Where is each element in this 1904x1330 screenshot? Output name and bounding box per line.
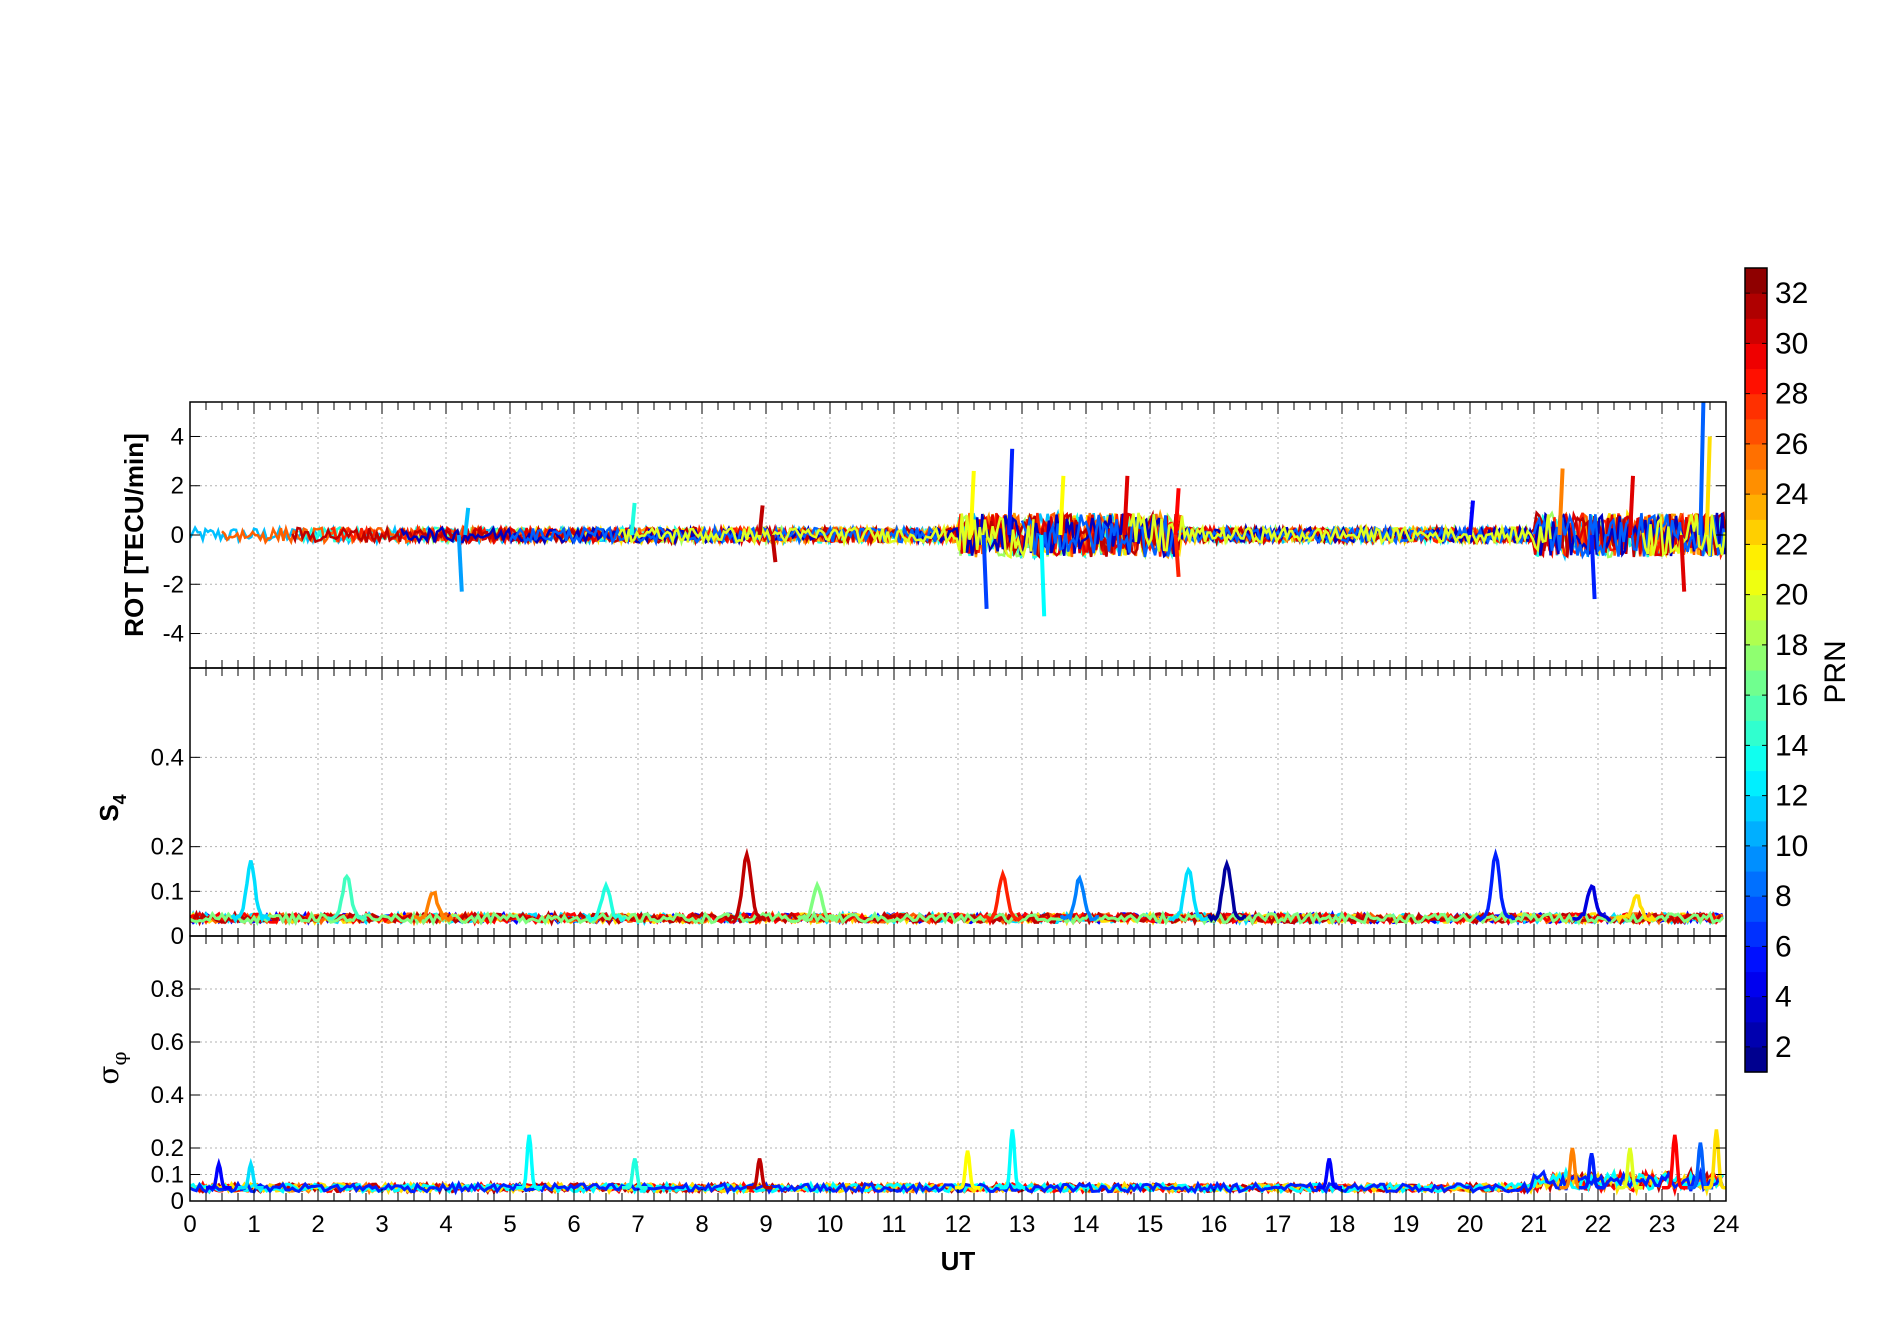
x-axis-label: UT xyxy=(941,1246,976,1276)
x-tick-label: 22 xyxy=(1585,1211,1612,1238)
colorbar-tick-label: 2 xyxy=(1775,1031,1792,1064)
x-tick-label: 19 xyxy=(1393,1211,1420,1238)
colorbar-segment xyxy=(1745,569,1767,596)
prn-colorbar xyxy=(1744,267,1768,1073)
colorbar-tick-label: 8 xyxy=(1775,880,1792,913)
colorbar-segment xyxy=(1745,921,1767,947)
colorbar-tick-label: 26 xyxy=(1775,428,1808,461)
x-tick-label: 14 xyxy=(1073,1211,1100,1238)
x-tick-label: 23 xyxy=(1649,1211,1676,1238)
colorbar-segment xyxy=(1745,619,1767,646)
figure: -4-202400.10.20.400.10.20.40.60.80 1 2 3 4 5 6… xyxy=(92,267,1852,1276)
colorbar-segment xyxy=(1745,896,1767,922)
colorbar-segment xyxy=(1745,318,1767,344)
colorbar-segment xyxy=(1745,268,1767,294)
y-tick-label: 0 xyxy=(171,923,184,950)
colorbar-tick-label: 14 xyxy=(1775,729,1808,762)
colorbar-tick-label: 12 xyxy=(1775,780,1808,813)
colorbar-segment xyxy=(1745,720,1767,746)
colorbar-segment xyxy=(1745,845,1767,872)
x-tick-label: 9 xyxy=(759,1211,772,1238)
colorbar-segment xyxy=(1745,293,1767,319)
colorbar-segment xyxy=(1745,368,1767,395)
colorbar-tick-label: 32 xyxy=(1775,277,1808,310)
colorbar-tick-label: 6 xyxy=(1775,930,1792,963)
colorbar-segment xyxy=(1745,443,1767,470)
colorbar-segment xyxy=(1745,795,1767,822)
x-tick-label: 12 xyxy=(945,1211,972,1238)
colorbar-tick-label: 4 xyxy=(1775,981,1792,1014)
y-tick-label: 0 xyxy=(171,1188,184,1215)
colorbar-segment xyxy=(1745,469,1767,495)
x-tick-label: 8 xyxy=(695,1211,708,1238)
x-tick-label: 21 xyxy=(1521,1211,1548,1238)
x-tick-label: 20 xyxy=(1457,1211,1484,1238)
y-tick-label: 0.2 xyxy=(151,834,184,861)
x-tick-label: 2 xyxy=(311,1211,324,1238)
x-tick-label: 10 xyxy=(817,1211,844,1238)
x-tick-label: 5 xyxy=(503,1211,516,1238)
x-tick-label: 4 xyxy=(439,1211,452,1238)
y-tick-label: 0.8 xyxy=(151,976,184,1003)
colorbar-segment xyxy=(1745,1046,1767,1073)
colorbar-tick-label: 10 xyxy=(1775,830,1808,863)
y-tick-label: 0 xyxy=(171,522,184,549)
x-tick-label: 24 xyxy=(1713,1211,1740,1238)
colorbar-tick-label: 24 xyxy=(1775,478,1808,511)
colorbar-segment xyxy=(1745,820,1767,847)
sigma-phi-y-axis-label: σφ xyxy=(92,1051,131,1084)
x-tick-label: 11 xyxy=(882,1211,907,1238)
colorbar-tick-label: 28 xyxy=(1775,378,1808,411)
colorbar-segment xyxy=(1745,644,1767,671)
y-tick-label: 0.4 xyxy=(151,1082,184,1109)
colorbar-label: PRN xyxy=(1819,640,1852,703)
y-tick-label: -4 xyxy=(163,621,184,648)
x-tick-label: 1 xyxy=(247,1211,260,1238)
colorbar-segment xyxy=(1745,393,1767,420)
colorbar-segment xyxy=(1745,871,1767,897)
y-tick-label: -2 xyxy=(163,571,184,598)
y-tick-label: 0.1 xyxy=(151,878,184,905)
colorbar-tick-label: 20 xyxy=(1775,579,1808,612)
colorbar-tick-label: 16 xyxy=(1775,679,1808,712)
x-tick-label: 17 xyxy=(1265,1211,1292,1238)
x-tick-label: 16 xyxy=(1201,1211,1228,1238)
colorbar-segment xyxy=(1745,745,1767,772)
colorbar-segment xyxy=(1745,343,1767,370)
s4-y-axis-label: S4 xyxy=(94,794,130,821)
rot-y-axis-label: ROT [TECU/min] xyxy=(119,433,149,637)
colorbar-segment xyxy=(1745,770,1767,797)
colorbar-segment xyxy=(1745,946,1767,973)
colorbar-segment xyxy=(1745,971,1767,998)
x-tick-label: 18 xyxy=(1329,1211,1356,1238)
y-tick-label: 0.2 xyxy=(151,1135,184,1162)
colorbar-segment xyxy=(1745,996,1767,1023)
colorbar-segment xyxy=(1745,1021,1767,1048)
y-tick-label: 0.4 xyxy=(151,744,184,771)
y-tick-label: 2 xyxy=(171,473,184,500)
x-tick-label: 7 xyxy=(631,1211,644,1238)
y-tick-label: 0.1 xyxy=(151,1162,184,1189)
x-tick-label: 15 xyxy=(1137,1211,1164,1238)
colorbar-segment xyxy=(1745,695,1767,721)
x-tick-label: 3 xyxy=(375,1211,388,1238)
colorbar-segment xyxy=(1745,418,1767,445)
colorbar-segment xyxy=(1745,519,1767,545)
colorbar-segment xyxy=(1745,594,1767,621)
x-tick-label: 13 xyxy=(1009,1211,1036,1238)
colorbar-tick-label: 22 xyxy=(1775,528,1808,561)
y-tick-label: 4 xyxy=(171,423,184,450)
y-tick-label: 0.6 xyxy=(151,1029,184,1056)
colorbar-segment xyxy=(1745,494,1767,520)
colorbar-segment xyxy=(1745,544,1767,571)
x-tick-label: 0 xyxy=(183,1211,196,1238)
x-tick-label: 6 xyxy=(567,1211,580,1238)
colorbar-tick-label: 18 xyxy=(1775,629,1808,662)
colorbar-segment xyxy=(1745,670,1767,696)
colorbar-tick-label: 30 xyxy=(1775,327,1808,360)
